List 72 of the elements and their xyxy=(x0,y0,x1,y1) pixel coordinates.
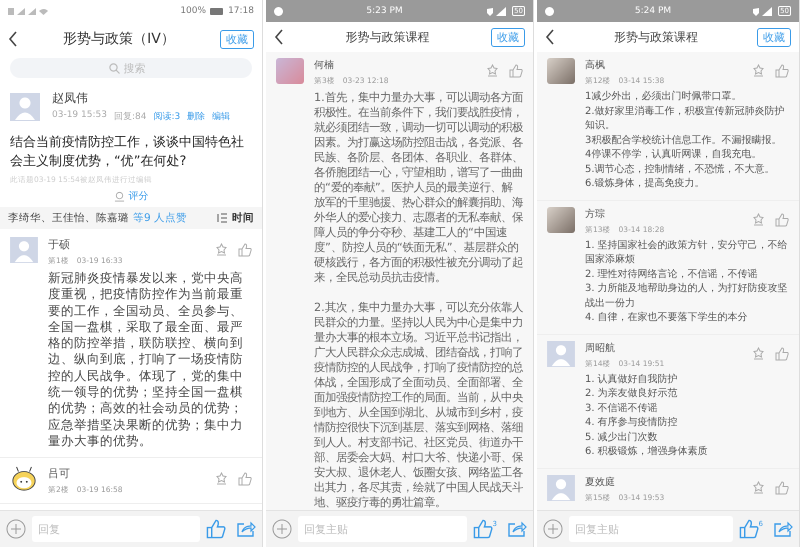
thumbs-up-icon[interactable] xyxy=(738,519,759,539)
search-icon xyxy=(108,62,120,74)
post-text: 新冠肺炎疫情暴发以来，党中央高度重视，把疫情防控作为当前最重要的工作，全国动员、全员参与、全国一盘棋，采取了最全面、最严格的防控举措，联防联控、横向到边、纵向到底，打响了一场疫情防控的人民战争。体现了，党的集中统一领导的优势；坚持全国一盘棋的优势；高效的社会动员的优势；应急举措坚决果断的优势；集中力量办大事的优势。 xyxy=(48,270,244,450)
reply-field[interactable]: 回复主贴 xyxy=(568,516,733,542)
search-field[interactable]: 搜索 xyxy=(124,62,154,74)
battery-icon xyxy=(210,8,224,14)
post-text: 1.首先，集中力量办大事，可以调动各方面积极性。在当前条件下，我们要战胜疫情，就必须团结一致，调动一切可以调动的积极因素。为打赢这场防控阻击战，各党派、各民族、各阶层、各团体、各职业、各群体、各侨胞团结一心，守望相助，谱写了一曲曲的“爱的奉献”。医护人员的最美逆行、解放军的千里驰援、热心群众的解囊捐助、海外华人的爱心接力、志愿者的无私奉献、保障人员的争分夺秒、基建工人的“中国速度”、防控人员的“铁面无私”、基层群众的硬核践行，各方面的积极性被充分调动了起来，全民总动员抗击疫情。 2.其次，集中力量办大事，可以充分依靠人民群众的力量。坚持以人民为中心是集中力量办大事的根本立场。习近平总书记指出，广大人民群众众志成城、团结奋战，打响了疫情防控的人民战争，打响了疫情防控的总体战，全国形成了全面动员、全面部署、全面加强疫情防控工作的局面。当前，从中央到地方、从全国到湖北、从城市到乡村，疫情防控很快下沉到基层、落实到网格、落细到人人。村支部书记、社区党员、街道办干部、居委会大妈、村口大爷、快递小哥、保安大叔、退休老人、饭圈女孩、网络监工各出其力，各尽其责，绘就了中国人民战天斗地、驱疫疗毒的勇壮篇章。 xyxy=(314,90,523,510)
add-icon[interactable] xyxy=(542,519,563,539)
reply-count: 回复:84 xyxy=(114,110,146,123)
page-title: 形势与政策课程 xyxy=(344,28,430,46)
topic-title: 结合当前疫情防控工作，谈谈中国特色社会主义制度优势，“优”在何处? xyxy=(10,134,245,171)
avatar-silhouette-icon xyxy=(546,340,575,366)
status-time: 5:24 PM xyxy=(634,6,672,16)
author-name: 周昭航 xyxy=(584,342,616,354)
post-text: 1减少外出，必须出门时佩带口罩。 2.做好家里消毒工作，积极宣传新冠肺炎防护知识。 3积极配合学校统计信息工作。不漏报瞒报。 4停课不停学，认真听网课，自我充电。 5.调节心态，控制情绪，不恐慌，不大意。 6.锻炼身体，提高免疫力。 xyxy=(584,90,786,191)
notification-icon xyxy=(544,6,554,16)
signal-icon xyxy=(8,6,48,16)
post-time: 03-19 15:53 xyxy=(52,110,107,122)
notification-icon xyxy=(274,6,283,16)
author-name: 高枫 xyxy=(584,58,606,72)
list-icon xyxy=(217,213,228,223)
thumbs-up-icon[interactable] xyxy=(774,64,789,78)
reply-field[interactable]: 回复 xyxy=(32,516,200,542)
thumbs-up-icon[interactable] xyxy=(238,243,252,257)
signal-icon xyxy=(752,6,774,16)
author-name: 赵凤伟 xyxy=(52,90,89,107)
liker-names: 李绮华、王佳怡、陈嘉璐 xyxy=(8,211,129,225)
status-time: 5:23 PM xyxy=(366,6,403,16)
like-count-link[interactable]: 等9 人点赞 xyxy=(133,211,188,225)
add-icon[interactable] xyxy=(6,519,26,539)
share-icon[interactable] xyxy=(236,520,256,538)
status-time: 17:18 xyxy=(228,6,254,16)
avatar-silhouette-icon xyxy=(10,237,38,263)
post-text: 1. 认真做好自我防护 2. 为亲友做良好示范 3. 不信谣不传谣 4. 有序参与疫情防控 5. 减少出门次数 6. 积极锻炼，增强身体素质 xyxy=(584,372,709,459)
page-title: 形势与政策（IV） xyxy=(62,30,176,48)
page-title: 形势与政策课程 xyxy=(612,28,699,46)
thumbs-up-icon[interactable] xyxy=(508,64,523,78)
share-icon[interactable] xyxy=(506,520,527,538)
thumbs-up-icon[interactable] xyxy=(774,212,789,226)
author-name: 于硕 xyxy=(48,237,71,252)
signal-icon xyxy=(486,6,508,16)
author-name: 方琮 xyxy=(584,208,606,220)
back-icon[interactable] xyxy=(274,29,284,45)
photo-placeholder xyxy=(546,206,575,232)
topic-link[interactable]: 删除 xyxy=(187,110,206,123)
battery-percent: 100% xyxy=(180,6,206,16)
cartoon-avatar-icon xyxy=(10,466,38,492)
avatar-silhouette-icon xyxy=(546,474,575,500)
avatar-silhouette-icon xyxy=(10,92,40,120)
author-name: 夏效庭 xyxy=(584,476,616,488)
topic-link[interactable]: 阅读:3 xyxy=(153,110,180,123)
favorite-button[interactable]: 收藏 xyxy=(220,30,254,48)
thumbs-up-icon[interactable] xyxy=(472,519,493,539)
topic-link[interactable]: 编辑 xyxy=(212,110,230,123)
favorite-button[interactable]: 收藏 xyxy=(756,28,791,46)
post-text: 1. 坚持国家社会的政策方针，安分守己，不给国家添麻烦 2. 理性对待网络言论，不信谣，不传谣 3. 力所能及地帮助身边的人，为打好防疫攻坚战出一份力 4. 自律，在家也不要落下学生的本分 xyxy=(584,238,789,325)
thumbs-up-icon[interactable] xyxy=(774,480,789,494)
photo-placeholder xyxy=(546,58,575,84)
author-name: 何楠 xyxy=(314,58,335,72)
add-icon[interactable] xyxy=(272,519,292,539)
favorite-button[interactable]: 收藏 xyxy=(490,28,525,46)
thumbs-up-icon[interactable] xyxy=(774,346,789,360)
photo-placeholder xyxy=(276,58,304,84)
rate-button[interactable]: 评分 xyxy=(114,189,148,203)
sort-button[interactable]: 时间 xyxy=(217,211,254,225)
thumbs-up-icon[interactable] xyxy=(206,519,226,539)
share-icon[interactable] xyxy=(772,520,793,538)
author-name: 吕可 xyxy=(48,466,71,482)
thumbs-up-icon[interactable] xyxy=(238,472,252,486)
back-icon[interactable] xyxy=(8,31,18,47)
back-icon[interactable] xyxy=(544,29,555,45)
reply-field[interactable]: 回复主贴 xyxy=(298,516,467,542)
